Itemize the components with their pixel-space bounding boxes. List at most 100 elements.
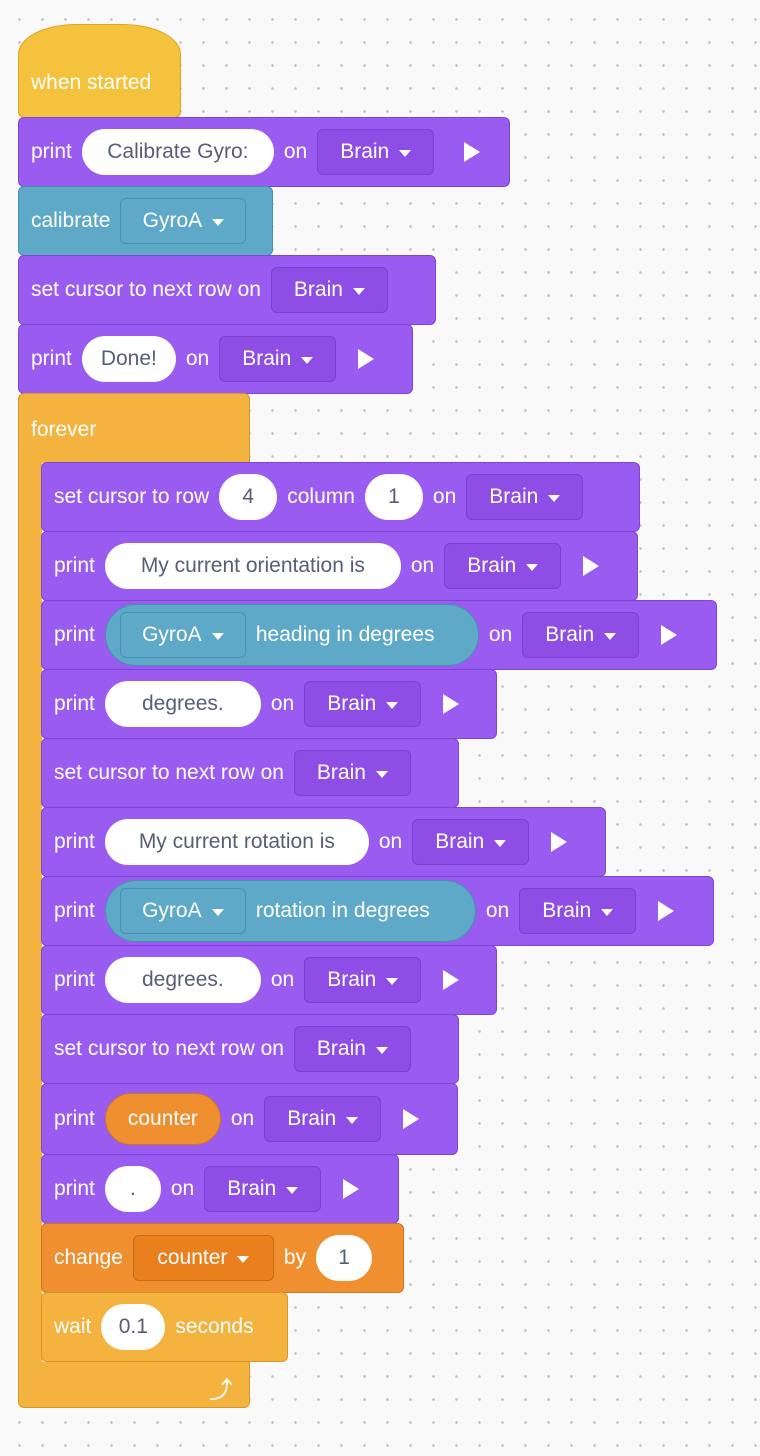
chevron-down-icon [375, 770, 388, 778]
play-icon[interactable] [551, 832, 568, 852]
chevron-down-icon [211, 632, 224, 640]
print-label: print [54, 899, 95, 922]
text-input[interactable]: . [104, 1166, 161, 1212]
wait-time-input[interactable]: 0.1 [101, 1304, 166, 1350]
set-cursor-label: set cursor to next row on [31, 278, 261, 301]
chevron-down-icon [399, 149, 412, 157]
set-cursor-label: set cursor to next row on [54, 1037, 284, 1060]
change-variable-block[interactable]: change counter by 1 [41, 1223, 404, 1293]
chevron-down-icon [346, 1116, 359, 1124]
sensor-dropdown[interactable]: GyroA [119, 612, 246, 658]
device-dropdown[interactable]: Brain [219, 336, 337, 382]
device-dropdown[interactable]: Brain [293, 750, 411, 796]
print-block[interactable]: print . on Brain [41, 1154, 399, 1224]
chevron-down-icon [601, 908, 614, 916]
print-block[interactable]: print degrees. on Brain [41, 669, 497, 739]
set-cursor-row-column-block[interactable]: set cursor to row 4 column 1 on Brain [41, 462, 640, 532]
on-label: on [488, 623, 513, 646]
sensor-dropdown-value: GyroA [142, 899, 202, 922]
row-input[interactable]: 4 [219, 474, 278, 520]
set-cursor-next-row-block[interactable]: set cursor to next row on Brain [18, 255, 436, 325]
counter-variable-reporter[interactable]: counter [104, 1093, 221, 1145]
device-dropdown[interactable]: Brain [270, 267, 388, 313]
sensor-dropdown[interactable]: GyroA [120, 198, 247, 244]
forever-label: forever [31, 418, 97, 441]
chevron-down-icon [494, 839, 507, 847]
device-dropdown-value: Brain [327, 968, 377, 991]
device-dropdown-value: Brain [316, 1037, 366, 1060]
device-dropdown-value: Brain [467, 554, 517, 577]
print-block[interactable]: print My current rotation is on Brain [41, 807, 606, 877]
play-icon[interactable] [403, 1109, 420, 1129]
on-label: on [410, 554, 435, 577]
play-icon[interactable] [358, 349, 375, 369]
chevron-down-icon [548, 494, 561, 502]
device-dropdown-value: Brain [542, 899, 592, 922]
device-dropdown[interactable]: Brain [304, 681, 422, 727]
print-label: print [31, 140, 72, 163]
play-icon[interactable] [343, 1179, 360, 1199]
device-dropdown[interactable]: Brain [466, 474, 584, 520]
text-input[interactable]: My current orientation is [104, 543, 401, 589]
play-icon[interactable] [583, 556, 600, 576]
change-label: change [54, 1246, 123, 1269]
print-label: print [54, 1107, 95, 1130]
set-cursor-next-row-block[interactable]: set cursor to next row on Brain [41, 1014, 459, 1084]
device-dropdown-value: Brain [227, 1177, 277, 1200]
print-block[interactable]: print GyroA heading in degrees on Brain [41, 600, 717, 670]
print-label: print [54, 554, 95, 577]
chevron-down-icon [237, 1255, 250, 1263]
chevron-down-icon [352, 287, 365, 295]
on-label: on [270, 692, 295, 715]
device-dropdown-value: Brain [327, 692, 377, 715]
print-block[interactable]: print My current orientation is on Brain [41, 531, 638, 601]
device-dropdown[interactable]: Brain [317, 129, 435, 175]
sensor-dropdown[interactable]: GyroA [119, 888, 246, 934]
device-dropdown[interactable]: Brain [204, 1166, 322, 1212]
device-dropdown-value: Brain [489, 485, 539, 508]
device-dropdown[interactable]: Brain [293, 1026, 411, 1072]
gyro-rotation-reporter[interactable]: GyroA rotation in degrees [104, 880, 476, 942]
device-dropdown[interactable]: Brain [522, 612, 640, 658]
sensor-dropdown-value: GyroA [142, 209, 203, 232]
device-dropdown-value: Brain [293, 278, 343, 301]
play-icon[interactable] [661, 625, 678, 645]
on-label: on [270, 968, 295, 991]
text-input[interactable]: degrees. [104, 681, 261, 727]
wait-block[interactable]: wait 0.1 seconds [41, 1292, 288, 1362]
play-icon[interactable] [443, 970, 460, 990]
print-block[interactable]: print Calibrate Gyro: on Brain [18, 117, 510, 187]
text-input[interactable]: Calibrate Gyro: [81, 129, 274, 175]
seconds-label: seconds [175, 1315, 254, 1338]
play-icon[interactable] [443, 694, 460, 714]
print-block[interactable]: print Done! on Brain [18, 324, 413, 394]
device-dropdown-value: Brain [316, 761, 366, 784]
forever-loop-block[interactable]: forever [18, 393, 250, 463]
device-dropdown[interactable]: Brain [304, 957, 422, 1003]
chevron-down-icon [301, 356, 314, 364]
print-block[interactable]: print degrees. on Brain [41, 945, 497, 1015]
print-block[interactable]: print GyroA rotation in degrees on Brain [41, 876, 714, 946]
set-cursor-label: set cursor to row [54, 485, 210, 508]
text-input[interactable]: Done! [81, 336, 176, 382]
device-dropdown[interactable]: Brain [519, 888, 637, 934]
device-dropdown[interactable]: Brain [264, 1096, 382, 1142]
set-cursor-next-row-block[interactable]: set cursor to next row on Brain [41, 738, 459, 808]
change-amount-input[interactable]: 1 [316, 1235, 373, 1281]
column-input[interactable]: 1 [364, 474, 423, 520]
gyro-heading-reporter[interactable]: GyroA heading in degrees [104, 604, 479, 666]
text-input[interactable]: My current rotation is [104, 819, 369, 865]
variable-dropdown[interactable]: counter [132, 1235, 274, 1281]
print-label: print [54, 968, 95, 991]
when-started-hat-block[interactable]: when started [18, 24, 181, 118]
play-icon[interactable] [658, 901, 675, 921]
device-dropdown[interactable]: Brain [444, 543, 562, 589]
device-dropdown[interactable]: Brain [412, 819, 530, 865]
variable-dropdown-value: counter [157, 1246, 228, 1269]
play-icon[interactable] [464, 142, 481, 162]
print-block[interactable]: print counter on Brain [41, 1083, 458, 1155]
text-input[interactable]: degrees. [104, 957, 261, 1003]
chevron-down-icon [375, 1046, 388, 1054]
calibrate-block[interactable]: calibrate GyroA [18, 186, 273, 256]
forever-loop-footer: ⤴ [18, 1362, 250, 1408]
